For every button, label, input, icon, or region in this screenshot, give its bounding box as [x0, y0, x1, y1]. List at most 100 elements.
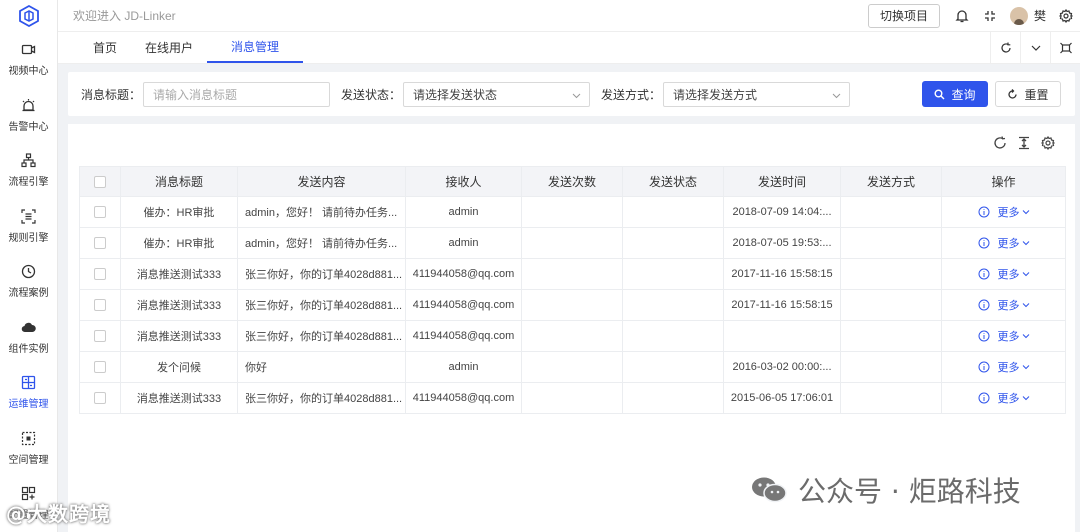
cell-time: 2018-07-09 14:04:...: [723, 196, 841, 228]
app-logo[interactable]: [0, 0, 57, 32]
sidebar-item-label: 空间管理: [8, 454, 49, 466]
more-dropdown[interactable]: 更多: [998, 266, 1030, 282]
maximize-icon[interactable]: [1050, 32, 1080, 63]
welcome-text: 欢迎进入 JD-Linker: [73, 9, 176, 23]
select-all-cell: [79, 166, 121, 197]
status-filter-select[interactable]: 请选择发送状态: [403, 81, 591, 107]
more-label: 更多: [997, 361, 1020, 374]
tab-online-users[interactable]: 在线用户: [131, 32, 207, 63]
cell-time: [723, 320, 841, 352]
cell-title: 催办：HR审批: [120, 196, 238, 228]
tab-message-management[interactable]: 消息管理: [207, 32, 304, 63]
bell-icon[interactable]: [948, 2, 976, 30]
info-icon[interactable]: [978, 361, 990, 373]
cell-status: [622, 196, 724, 228]
info-icon[interactable]: [978, 268, 990, 280]
refresh-icon[interactable]: [993, 136, 1007, 150]
table-row[interactable]: 催办：HR审批 admin，您好！ 请前待办任务... admin 2018-07-0…: [79, 196, 1066, 228]
row-checkbox[interactable]: [94, 206, 106, 219]
tab-home[interactable]: 首页: [58, 32, 131, 63]
col-header[interactable]: 操作: [941, 166, 1066, 197]
reset-button[interactable]: 重置: [995, 81, 1061, 107]
col-header[interactable]: 发送状态: [622, 166, 724, 197]
cell-time: 2015-06-05 17:06:01: [723, 382, 841, 414]
sidebar-item-video[interactable]: 视频中心: [0, 32, 57, 88]
more-dropdown[interactable]: 更多: [998, 235, 1030, 251]
gear-icon[interactable]: [1052, 2, 1080, 30]
sidebar-item-label: 告警中心: [8, 121, 49, 133]
fullscreen-icon[interactable]: [976, 2, 1004, 30]
sidebar-item-label: 流程引擎: [8, 177, 49, 189]
cell-status: [622, 258, 724, 290]
row-checkbox[interactable]: [94, 392, 106, 405]
more-dropdown[interactable]: 更多: [998, 328, 1030, 344]
more-dropdown[interactable]: 更多: [998, 390, 1030, 406]
info-icon[interactable]: [978, 206, 990, 218]
sidebar-item-cloud[interactable]: 组件实例: [0, 310, 57, 366]
row-select-cell: [79, 227, 121, 259]
col-header[interactable]: 发送次数: [521, 166, 623, 197]
space-icon: [21, 431, 36, 445]
select-all-checkbox[interactable]: [94, 176, 106, 189]
more-dropdown[interactable]: 更多: [998, 204, 1030, 220]
sidebar-item-rule[interactable]: 规则引擎: [0, 199, 57, 255]
cell-count: [521, 258, 623, 290]
more-dropdown[interactable]: 更多: [998, 359, 1030, 375]
row-select-cell: [79, 382, 121, 414]
title-filter-input[interactable]: 请输入消息标题: [143, 81, 331, 107]
row-checkbox[interactable]: [94, 361, 106, 374]
table-row[interactable]: 催办：HR审批 admin，您好！ 请前待办任务... admin 2018-07-0…: [79, 227, 1066, 259]
column-height-icon[interactable]: [1017, 136, 1031, 150]
col-header[interactable]: 发送时间: [723, 166, 841, 197]
table-row[interactable]: 消息推送测试333 张三你好，你的订单4028d881... 411944058@q…: [79, 320, 1066, 352]
watermark-left: @大数跨境: [6, 502, 111, 526]
avatar[interactable]: [1009, 6, 1028, 25]
cell-actions: 更多: [941, 196, 1066, 228]
row-checkbox[interactable]: [94, 268, 106, 281]
table-row[interactable]: 消息推送测试333 张三你好，你的订单4028d881... 411944058@q…: [79, 289, 1066, 321]
info-icon[interactable]: [978, 299, 990, 311]
table-row[interactable]: 消息推送测试333 张三你好，你的订单4028d881... 411944058@q…: [79, 382, 1066, 414]
switch-project-button[interactable]: 切换项目: [867, 3, 940, 28]
info-icon[interactable]: [978, 392, 990, 404]
sidebar-item-flow[interactable]: 流程引擎: [0, 143, 57, 199]
chevron-down-icon: [1022, 364, 1029, 369]
method-filter-select[interactable]: 请选择发送方式: [663, 81, 851, 107]
query-button[interactable]: 查询: [922, 81, 988, 107]
username[interactable]: 樊: [1034, 7, 1046, 24]
cell-method: [840, 351, 942, 383]
cell-time: 2016-03-02 00:00:...: [723, 351, 841, 383]
chevron-down-icon[interactable]: [1020, 32, 1050, 63]
info-icon[interactable]: [978, 330, 990, 342]
row-checkbox[interactable]: [94, 237, 106, 250]
more-dropdown[interactable]: 更多: [998, 297, 1030, 313]
sidebar-item-clock[interactable]: 流程案例: [0, 254, 57, 310]
row-checkbox[interactable]: [94, 299, 106, 312]
settings-icon[interactable]: [1041, 136, 1055, 150]
cell-method: [840, 382, 942, 414]
row-checkbox[interactable]: [94, 330, 106, 343]
cell-content: admin，您好！ 请前待办任务...: [237, 227, 406, 259]
table-toolbar: [993, 136, 1055, 150]
cell-content: 你好: [237, 351, 406, 383]
sidebar-item-label: 规则引擎: [8, 232, 49, 244]
table-row[interactable]: 发个问候 你好 admin 2016-03-02 00:00:... 更多: [79, 351, 1066, 383]
rule-icon: [21, 209, 36, 224]
alarm-icon: [22, 98, 35, 111]
refresh-tab-icon[interactable]: [990, 32, 1020, 63]
top-header: 欢迎进入 JD-Linker 切换项目 樊: [58, 0, 1080, 32]
cell-actions: 更多: [941, 227, 1066, 259]
info-icon[interactable]: [978, 237, 990, 249]
sidebar-item-alarm[interactable]: 告警中心: [0, 88, 57, 144]
sidebar-item-ops[interactable]: 运维管理: [0, 365, 57, 421]
col-header[interactable]: 接收人: [405, 166, 522, 197]
cell-count: [521, 289, 623, 321]
chevron-down-icon: [1022, 395, 1029, 400]
col-header[interactable]: 消息标题: [120, 166, 238, 197]
table-row[interactable]: 消息推送测试333 张三你好，你的订单4028d881... 411944058@q…: [79, 258, 1066, 290]
col-header[interactable]: 发送内容: [237, 166, 406, 197]
cell-actions: 更多: [941, 289, 1066, 321]
wechat-icon: [752, 477, 787, 503]
col-header[interactable]: 发送方式: [840, 166, 942, 197]
sidebar-item-space[interactable]: 空间管理: [0, 421, 57, 477]
